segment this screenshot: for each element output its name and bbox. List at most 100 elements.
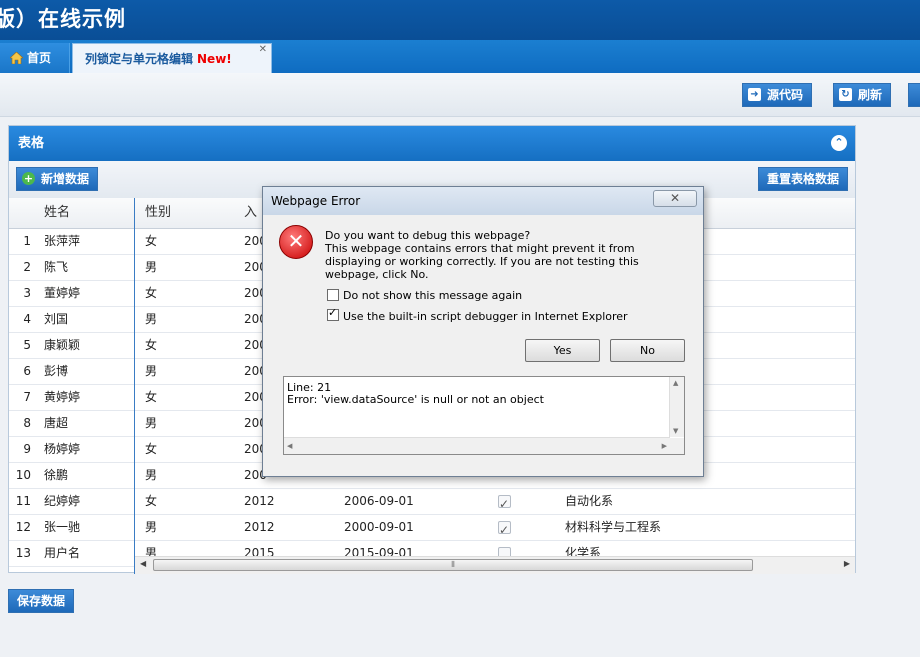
cell-sex[interactable]: 女: [145, 229, 157, 254]
locked-column-divider: [134, 198, 135, 574]
refresh-icon: ↻: [839, 88, 852, 101]
use-debugger-checkbox[interactable]: [327, 306, 339, 321]
source-code-label: 源代码: [767, 88, 804, 102]
cell-sex[interactable]: 男: [145, 515, 157, 540]
dont-show-label[interactable]: Do not show this message again: [343, 289, 522, 302]
tab-bar: 首页 列锁定与单元格编辑 New! ✕: [0, 40, 920, 73]
yes-button[interactable]: Yes: [525, 339, 600, 362]
app-header: 版）在线示例: [0, 0, 920, 40]
cell-sex[interactable]: 男: [145, 307, 157, 332]
cell-name[interactable]: 刘国: [44, 307, 68, 332]
no-button[interactable]: No: [610, 339, 685, 362]
row-number: 2: [23, 260, 31, 274]
dialog-message: This webpage contains errors that might …: [325, 242, 639, 281]
toolbar: ➜ 源代码 ↻ 刷新: [0, 73, 920, 117]
row-number: 6: [23, 364, 31, 378]
cell-date[interactable]: 2006-09-01: [344, 489, 414, 514]
tab-home[interactable]: 首页: [0, 43, 70, 73]
cell-sex[interactable]: 女: [145, 333, 157, 358]
scroll-down-icon[interactable]: ▼: [673, 427, 678, 435]
cell-name[interactable]: 唐超: [44, 411, 68, 436]
cell-sex[interactable]: 男: [145, 255, 157, 280]
cell-name[interactable]: 杨婷婷: [44, 437, 80, 462]
cell-sex[interactable]: 女: [145, 281, 157, 306]
column-header-name[interactable]: 姓名: [44, 198, 70, 228]
cell-sex[interactable]: 女: [145, 437, 157, 462]
new-badge: New!: [197, 52, 232, 66]
row-checkbox[interactable]: [498, 518, 511, 543]
plus-icon: +: [22, 172, 35, 185]
cell-name[interactable]: 董婷婷: [44, 281, 80, 306]
detail-scroll-right-icon[interactable]: ▶: [662, 442, 667, 450]
scroll-right-icon[interactable]: ▶: [844, 559, 850, 568]
page-title: 版）在线示例: [0, 7, 126, 31]
save-data-button[interactable]: 保存数据: [8, 589, 75, 613]
cell-sex[interactable]: 男: [145, 359, 157, 384]
cell-sex[interactable]: 女: [145, 489, 157, 514]
cell-enroll-year[interactable]: 2012: [244, 489, 275, 514]
dont-show-checkbox[interactable]: [327, 289, 339, 301]
row-number: 8: [23, 416, 31, 430]
cell-sex[interactable]: 男: [145, 411, 157, 436]
scroll-up-icon[interactable]: ▲: [673, 379, 678, 387]
cell-name[interactable]: 张萍萍: [44, 229, 80, 254]
error-icon: ✕: [279, 225, 313, 259]
cell-name[interactable]: 纪婷婷: [44, 489, 80, 514]
cell-name[interactable]: 康颖颖: [44, 333, 80, 358]
row-number: 10: [15, 468, 31, 482]
panel-header: 表格 ⌃: [9, 126, 855, 161]
refresh-button[interactable]: ↻ 刷新: [833, 83, 892, 107]
use-debugger-label[interactable]: Use the built-in script debugger in Inte…: [343, 310, 628, 323]
cell-name[interactable]: 张一驰: [44, 515, 80, 540]
detail-horizontal-scrollbar[interactable]: ◀ ▶: [284, 437, 670, 454]
refresh-label: 刷新: [858, 88, 883, 102]
row-number: 7: [23, 390, 31, 404]
cell-name[interactable]: 陈飞: [44, 255, 68, 280]
panel-title: 表格: [18, 136, 45, 151]
column-header-sex[interactable]: 性别: [145, 198, 171, 228]
toolbar-extra-button[interactable]: [908, 83, 920, 107]
reset-grid-button[interactable]: 重置表格数据: [757, 167, 848, 191]
row-checkbox[interactable]: [498, 492, 511, 517]
row-number: 5: [23, 338, 31, 352]
cell-sex[interactable]: 女: [145, 385, 157, 410]
scrollbar-thumb[interactable]: ⦀: [153, 559, 753, 571]
error-text: Error: 'view.dataSource' is null or not …: [287, 393, 544, 406]
scrollbar-corner: [670, 438, 684, 454]
webpage-error-dialog: Webpage Error ✕ ✕ Do you want to debug t…: [262, 186, 704, 477]
row-number: 4: [23, 312, 31, 326]
collapse-icon[interactable]: ⌃: [831, 135, 847, 151]
tab-close-icon[interactable]: ✕: [259, 35, 267, 65]
cell-department[interactable]: 材料科学与工程系: [565, 515, 661, 540]
scroll-left-icon[interactable]: ◀: [140, 559, 146, 568]
cell-enroll-year[interactable]: 2012: [244, 515, 275, 540]
row-number: 13: [15, 546, 31, 560]
row-number: 3: [23, 286, 31, 300]
tab-column-lock-label: 列锁定与单元格编辑: [85, 52, 194, 66]
cell-name[interactable]: 彭博: [44, 359, 68, 384]
dialog-title: Webpage Error: [271, 194, 361, 208]
cell-department[interactable]: 自动化系: [565, 489, 613, 514]
cell-name[interactable]: 徐鹏: [44, 463, 68, 488]
add-data-button[interactable]: + 新增数据: [16, 167, 99, 191]
dialog-title-bar: Webpage Error ✕: [263, 187, 703, 215]
detail-vertical-scrollbar[interactable]: ▲ ▼: [669, 377, 684, 437]
cell-sex[interactable]: 男: [145, 463, 157, 488]
tab-column-lock[interactable]: 列锁定与单元格编辑 New! ✕: [72, 43, 272, 73]
error-detail-box[interactable]: Line: 21 Error: 'view.dataSource' is nul…: [283, 376, 685, 455]
dialog-question: Do you want to debug this webpage?: [325, 229, 531, 242]
cell-date[interactable]: 2000-09-01: [344, 515, 414, 540]
column-header-enroll[interactable]: 入: [244, 198, 257, 228]
dialog-close-button[interactable]: ✕: [653, 190, 697, 207]
table-row[interactable]: 12 张一驰 男 2012 2000-09-01 材料科学与工程系: [9, 515, 855, 543]
row-number: 1: [23, 234, 31, 248]
home-icon: [10, 52, 23, 64]
row-number: 12: [15, 520, 31, 534]
detail-scroll-left-icon[interactable]: ◀: [287, 442, 292, 450]
cell-name[interactable]: 黄婷婷: [44, 385, 80, 410]
cell-name[interactable]: 用户名: [44, 541, 80, 566]
source-code-button[interactable]: ➜ 源代码: [742, 83, 813, 107]
add-data-label: 新增数据: [41, 172, 90, 186]
grid-horizontal-scrollbar[interactable]: ◀ ⦀ ▶: [135, 556, 855, 574]
table-row[interactable]: 11 纪婷婷 女 2012 2006-09-01 自动化系: [9, 489, 855, 517]
